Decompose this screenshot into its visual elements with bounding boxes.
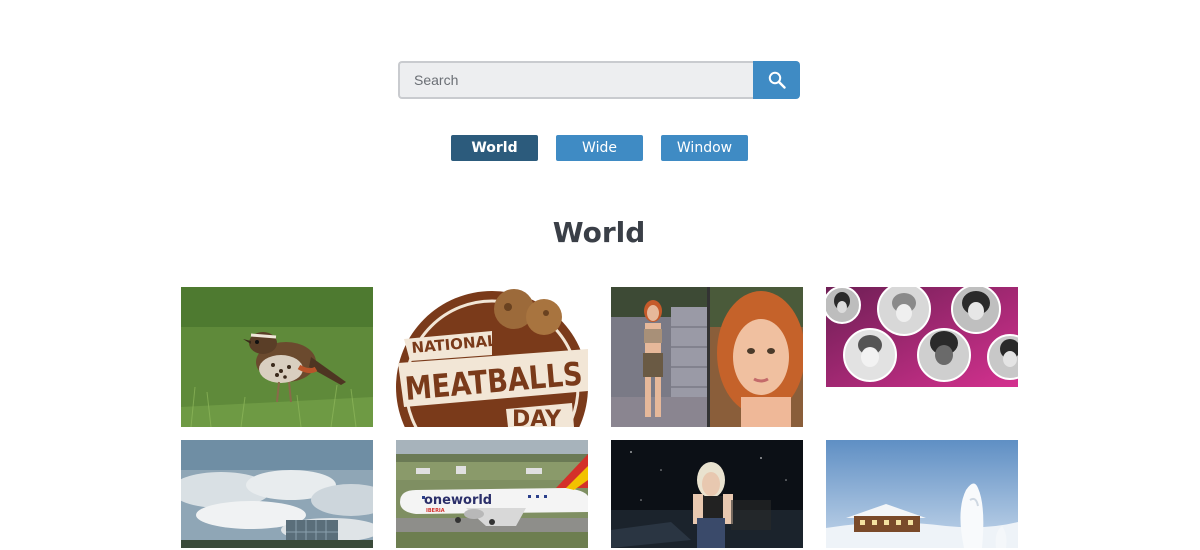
section-title: World xyxy=(552,216,646,249)
category-tabs: World Wide Window xyxy=(451,135,748,161)
bird-image xyxy=(181,287,373,427)
tab-world[interactable]: World xyxy=(451,135,538,161)
image-thumbnail-redhead-avatar[interactable] xyxy=(611,287,803,427)
search-input[interactable] xyxy=(398,61,754,99)
oneworld-text: oneworld xyxy=(424,493,492,508)
tab-window[interactable]: Window xyxy=(661,135,748,161)
iberia-text: IBERIA xyxy=(426,508,445,514)
image-thumbnail-snowy-house[interactable] xyxy=(826,440,1018,548)
day-text: DAY xyxy=(512,407,562,427)
image-thumbnail-women-collage[interactable] xyxy=(826,287,1018,387)
image-grid: NATIONAL MEATBALLS DAY oneworld IBERIA xyxy=(181,287,1019,548)
image-thumbnail-meatballs-day[interactable]: NATIONAL MEATBALLS DAY xyxy=(396,287,588,427)
snowy-house-image xyxy=(826,440,1018,548)
image-thumbnail-bird[interactable] xyxy=(181,287,373,427)
tab-wide[interactable]: Wide xyxy=(556,135,643,161)
women-collage-image xyxy=(826,287,1018,387)
cloudy-sky-image xyxy=(181,440,373,548)
image-thumbnail-cloudy-sky[interactable] xyxy=(181,440,373,548)
meatballs-day-image: NATIONAL MEATBALLS DAY xyxy=(396,287,588,427)
search-button[interactable] xyxy=(753,61,800,99)
airplane-image: oneworld IBERIA xyxy=(396,440,588,548)
night-avatar-image xyxy=(611,440,803,548)
redhead-avatar-image xyxy=(611,287,803,427)
search-bar xyxy=(398,61,800,99)
search-icon xyxy=(768,71,786,89)
image-thumbnail-night-avatar[interactable] xyxy=(611,440,803,548)
image-thumbnail-airplane[interactable]: oneworld IBERIA xyxy=(396,440,588,548)
